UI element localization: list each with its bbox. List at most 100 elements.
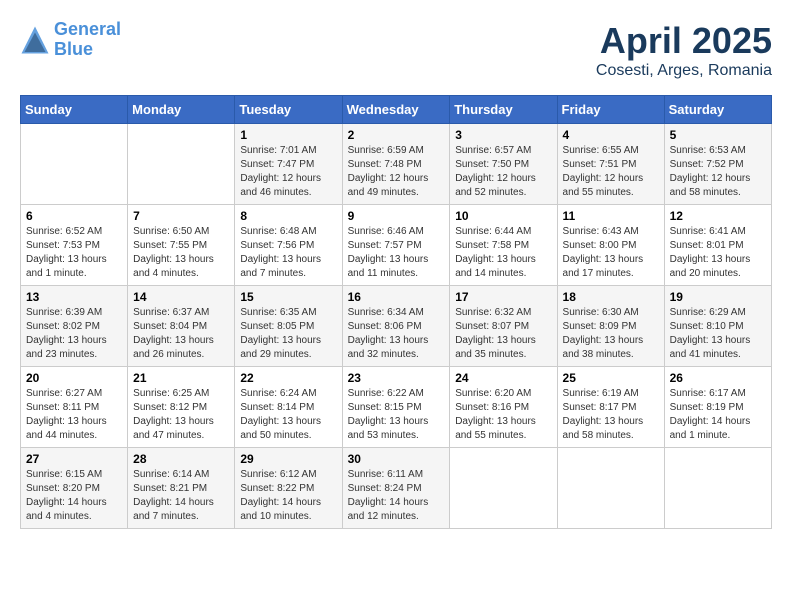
weekday-header: Tuesday bbox=[235, 96, 342, 124]
day-number: 24 bbox=[455, 371, 551, 385]
day-number: 29 bbox=[240, 452, 336, 466]
weekday-header: Friday bbox=[557, 96, 664, 124]
calendar-cell: 8 Sunrise: 6:48 AM Sunset: 7:56 PM Daylig… bbox=[235, 205, 342, 286]
calendar-cell: 29 Sunrise: 6:12 AM Sunset: 8:22 PM Dayli… bbox=[235, 448, 342, 529]
day-number: 30 bbox=[348, 452, 445, 466]
logo-icon bbox=[20, 25, 50, 55]
calendar-cell: 7Sunrise: 6:50 AM Sunset: 7:55 PM Daylig… bbox=[128, 205, 235, 286]
day-info: Sunrise: 6:12 AM Sunset: 8:22 PM Dayligh… bbox=[240, 468, 336, 524]
calendar-cell: 30 Sunrise: 6:11 AM Sunset: 8:24 PM Dayli… bbox=[342, 448, 450, 529]
day-info: Sunrise: 6:22 AM Sunset: 8:15 PM Dayligh… bbox=[348, 387, 445, 443]
calendar-week-row: 6 Sunrise: 6:52 AM Sunset: 7:53 PM Daylig… bbox=[21, 205, 772, 286]
calendar-cell bbox=[21, 124, 128, 205]
day-info: Sunrise: 6:46 AM Sunset: 7:57 PM Dayligh… bbox=[348, 225, 445, 281]
day-info: Sunrise: 6:34 AM Sunset: 8:06 PM Dayligh… bbox=[348, 306, 445, 362]
calendar-week-row: 13 Sunrise: 6:39 AM Sunset: 8:02 PM Dayli… bbox=[21, 286, 772, 367]
calendar-cell: 2 Sunrise: 6:59 AM Sunset: 7:48 PM Daylig… bbox=[342, 124, 450, 205]
calendar-week-row: 27 Sunrise: 6:15 AM Sunset: 8:20 PM Dayli… bbox=[21, 448, 772, 529]
weekday-header: Thursday bbox=[450, 96, 557, 124]
calendar-cell: 17 Sunrise: 6:32 AM Sunset: 8:07 PM Dayli… bbox=[450, 286, 557, 367]
calendar-cell: 14 Sunrise: 6:37 AM Sunset: 8:04 PM Dayli… bbox=[128, 286, 235, 367]
day-number: 4 bbox=[563, 128, 659, 142]
calendar-header-row: SundayMondayTuesdayWednesdayThursdayFrid… bbox=[21, 96, 772, 124]
calendar-cell: 13 Sunrise: 6:39 AM Sunset: 8:02 PM Dayli… bbox=[21, 286, 128, 367]
day-number: 14 bbox=[133, 290, 229, 304]
day-number: 28 bbox=[133, 452, 229, 466]
calendar-table: SundayMondayTuesdayWednesdayThursdayFrid… bbox=[20, 95, 772, 529]
day-number: 10 bbox=[455, 209, 551, 223]
day-number: 26 bbox=[670, 371, 766, 385]
day-info: Sunrise: 7:01 AM Sunset: 7:47 PM Dayligh… bbox=[240, 144, 336, 200]
day-info: Sunrise: 6:53 AM Sunset: 7:52 PM Dayligh… bbox=[670, 144, 766, 200]
calendar-cell: 4 Sunrise: 6:55 AM Sunset: 7:51 PM Daylig… bbox=[557, 124, 664, 205]
calendar-cell: 24Sunrise: 6:20 AM Sunset: 8:16 PM Dayli… bbox=[450, 367, 557, 448]
day-number: 21 bbox=[133, 371, 229, 385]
day-info: Sunrise: 6:35 AM Sunset: 8:05 PM Dayligh… bbox=[240, 306, 336, 362]
day-info: Sunrise: 6:24 AM Sunset: 8:14 PM Dayligh… bbox=[240, 387, 336, 443]
calendar-cell: 27 Sunrise: 6:15 AM Sunset: 8:20 PM Dayli… bbox=[21, 448, 128, 529]
weekday-header: Monday bbox=[128, 96, 235, 124]
calendar-cell: 9 Sunrise: 6:46 AM Sunset: 7:57 PM Daylig… bbox=[342, 205, 450, 286]
calendar-cell: 25Sunrise: 6:19 AM Sunset: 8:17 PM Dayli… bbox=[557, 367, 664, 448]
day-number: 8 bbox=[240, 209, 336, 223]
day-number: 17 bbox=[455, 290, 551, 304]
day-info: Sunrise: 6:11 AM Sunset: 8:24 PM Dayligh… bbox=[348, 468, 445, 524]
calendar-cell: 12 Sunrise: 6:41 AM Sunset: 8:01 PM Dayli… bbox=[664, 205, 771, 286]
location: Cosesti, Arges, Romania bbox=[596, 62, 772, 80]
day-info: Sunrise: 6:27 AM Sunset: 8:11 PM Dayligh… bbox=[26, 387, 122, 443]
calendar-cell: 1 Sunrise: 7:01 AM Sunset: 7:47 PM Daylig… bbox=[235, 124, 342, 205]
day-number: 13 bbox=[26, 290, 122, 304]
calendar-cell bbox=[450, 448, 557, 529]
day-number: 12 bbox=[670, 209, 766, 223]
day-info: Sunrise: 6:50 AM Sunset: 7:55 PM Dayligh… bbox=[133, 225, 229, 281]
month-title: April 2025 bbox=[596, 20, 772, 62]
day-number: 11 bbox=[563, 209, 659, 223]
calendar-cell: 18Sunrise: 6:30 AM Sunset: 8:09 PM Dayli… bbox=[557, 286, 664, 367]
day-number: 6 bbox=[26, 209, 122, 223]
day-info: Sunrise: 6:39 AM Sunset: 8:02 PM Dayligh… bbox=[26, 306, 122, 362]
title-block: April 2025 Cosesti, Arges, Romania bbox=[596, 20, 772, 80]
day-number: 19 bbox=[670, 290, 766, 304]
day-number: 1 bbox=[240, 128, 336, 142]
day-info: Sunrise: 6:41 AM Sunset: 8:01 PM Dayligh… bbox=[670, 225, 766, 281]
day-info: Sunrise: 6:55 AM Sunset: 7:51 PM Dayligh… bbox=[563, 144, 659, 200]
day-info: Sunrise: 6:37 AM Sunset: 8:04 PM Dayligh… bbox=[133, 306, 229, 362]
calendar-cell: 5 Sunrise: 6:53 AM Sunset: 7:52 PM Daylig… bbox=[664, 124, 771, 205]
day-number: 25 bbox=[563, 371, 659, 385]
day-info: Sunrise: 6:43 AM Sunset: 8:00 PM Dayligh… bbox=[563, 225, 659, 281]
calendar-cell bbox=[557, 448, 664, 529]
calendar-cell: 19 Sunrise: 6:29 AM Sunset: 8:10 PM Dayli… bbox=[664, 286, 771, 367]
day-info: Sunrise: 6:32 AM Sunset: 8:07 PM Dayligh… bbox=[455, 306, 551, 362]
calendar-cell: 21 Sunrise: 6:25 AM Sunset: 8:12 PM Dayli… bbox=[128, 367, 235, 448]
day-number: 9 bbox=[348, 209, 445, 223]
day-info: Sunrise: 6:52 AM Sunset: 7:53 PM Dayligh… bbox=[26, 225, 122, 281]
calendar-cell: 20 Sunrise: 6:27 AM Sunset: 8:11 PM Dayli… bbox=[21, 367, 128, 448]
day-info: Sunrise: 6:14 AM Sunset: 8:21 PM Dayligh… bbox=[133, 468, 229, 524]
day-info: Sunrise: 6:59 AM Sunset: 7:48 PM Dayligh… bbox=[348, 144, 445, 200]
logo: General Blue bbox=[20, 20, 121, 60]
day-info: Sunrise: 6:15 AM Sunset: 8:20 PM Dayligh… bbox=[26, 468, 122, 524]
calendar-cell: 26 Sunrise: 6:17 AM Sunset: 8:19 PM Dayli… bbox=[664, 367, 771, 448]
calendar-cell: 6 Sunrise: 6:52 AM Sunset: 7:53 PM Daylig… bbox=[21, 205, 128, 286]
day-number: 2 bbox=[348, 128, 445, 142]
day-number: 20 bbox=[26, 371, 122, 385]
day-info: Sunrise: 6:29 AM Sunset: 8:10 PM Dayligh… bbox=[670, 306, 766, 362]
day-info: Sunrise: 6:25 AM Sunset: 8:12 PM Dayligh… bbox=[133, 387, 229, 443]
page-header: General Blue April 2025 Cosesti, Arges, … bbox=[20, 20, 772, 80]
calendar-cell: 23 Sunrise: 6:22 AM Sunset: 8:15 PM Dayli… bbox=[342, 367, 450, 448]
day-number: 5 bbox=[670, 128, 766, 142]
calendar-cell: 22Sunrise: 6:24 AM Sunset: 8:14 PM Dayli… bbox=[235, 367, 342, 448]
day-number: 23 bbox=[348, 371, 445, 385]
day-info: Sunrise: 6:48 AM Sunset: 7:56 PM Dayligh… bbox=[240, 225, 336, 281]
day-number: 15 bbox=[240, 290, 336, 304]
day-number: 18 bbox=[563, 290, 659, 304]
calendar-week-row: 20 Sunrise: 6:27 AM Sunset: 8:11 PM Dayli… bbox=[21, 367, 772, 448]
day-info: Sunrise: 6:57 AM Sunset: 7:50 PM Dayligh… bbox=[455, 144, 551, 200]
day-info: Sunrise: 6:17 AM Sunset: 8:19 PM Dayligh… bbox=[670, 387, 766, 443]
calendar-cell: 3Sunrise: 6:57 AM Sunset: 7:50 PM Daylig… bbox=[450, 124, 557, 205]
weekday-header: Sunday bbox=[21, 96, 128, 124]
day-number: 27 bbox=[26, 452, 122, 466]
calendar-cell: 28 Sunrise: 6:14 AM Sunset: 8:21 PM Dayli… bbox=[128, 448, 235, 529]
weekday-header: Wednesday bbox=[342, 96, 450, 124]
logo-text: General Blue bbox=[54, 20, 121, 60]
